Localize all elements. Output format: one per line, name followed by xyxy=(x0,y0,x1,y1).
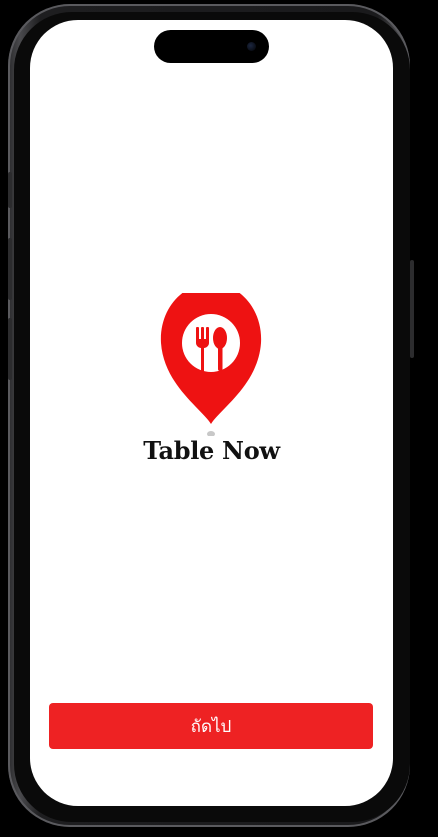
app-screen: Table Now ถัดไป xyxy=(30,20,393,806)
app-brand-name: Table Now xyxy=(143,436,280,465)
camera-icon xyxy=(247,42,256,51)
volume-up-button xyxy=(8,238,12,300)
restaurant-location-pin-icon xyxy=(160,293,262,436)
volume-down-button xyxy=(8,318,12,380)
dynamic-island xyxy=(154,30,269,63)
pin-inner-circle xyxy=(182,314,240,372)
next-button[interactable]: ถัดไป xyxy=(49,703,373,749)
power-button xyxy=(410,260,414,358)
action-button xyxy=(8,172,12,208)
